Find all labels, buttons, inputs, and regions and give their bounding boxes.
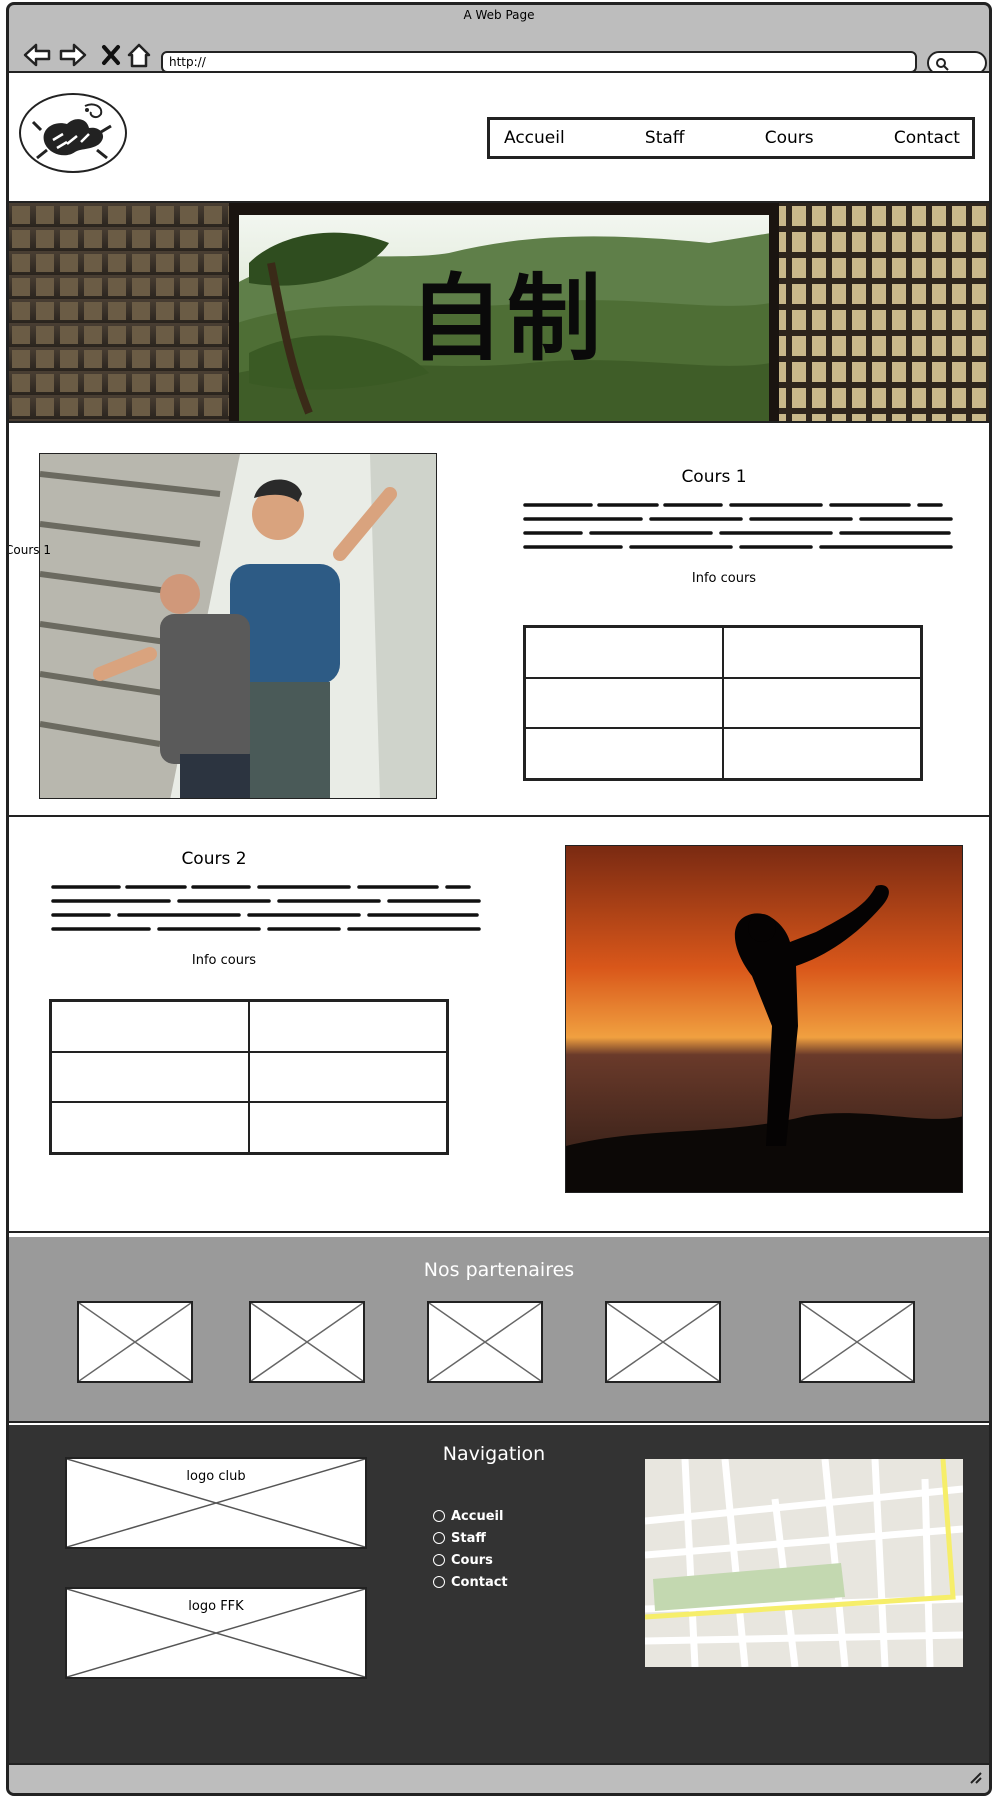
cours-1-info-table [523,625,923,781]
footer-link-label: Staff [451,1530,486,1546]
partner-logo-placeholder[interactable] [427,1301,543,1383]
table-cell [249,1051,447,1103]
table-cell [723,677,921,729]
table-cell [51,1001,249,1052]
cours-1-section: Cours 1 Info cours [9,425,989,817]
menu-item-staff[interactable]: Staff [645,128,685,148]
home-icon[interactable] [125,41,153,69]
logo-club-placeholder[interactable]: logo club [65,1457,367,1549]
footer-link-staff[interactable]: Staff [433,1527,508,1549]
forward-arrow-icon[interactable] [59,41,87,69]
cours-2-info-table [49,999,449,1155]
placeholder-x-icon [78,1302,192,1382]
cours-1-side-label: Cours 1 [6,543,51,557]
window-title: A Web Page [463,8,535,22]
cours-2-photo [565,845,963,1193]
placeholder-x-icon [800,1302,914,1382]
karate-sunset-image [566,846,962,1192]
close-icon[interactable] [97,41,125,69]
cours-1-photo [39,453,437,799]
main-menu: Accueil Staff Cours Contact [487,117,975,159]
placeholder-x-icon [250,1302,364,1382]
partners-title: Nos partenaires [423,1259,575,1281]
radio-icon [433,1532,445,1544]
hero-banner: 自制 [9,203,989,423]
table-cell [723,728,921,779]
table-cell [723,627,921,678]
footer-link-contact[interactable]: Contact [433,1571,508,1593]
browser-window: A Web Page http:// Accueil Staff Cours C… [6,2,992,1796]
logo-ffk-placeholder[interactable]: logo FFK [65,1587,367,1679]
footer-link-label: Contact [451,1574,508,1590]
address-bar[interactable]: http:// [161,51,917,73]
table-cell [249,1001,447,1052]
partner-logo-placeholder[interactable] [77,1301,193,1383]
radio-icon [433,1576,445,1588]
footer-link-label: Accueil [451,1508,504,1524]
placeholder-x-icon [428,1302,542,1382]
footer-navigation-title: Navigation [442,1443,546,1465]
site-footer: logo club logo FFK Navigation Accueil St… [9,1425,989,1769]
menu-item-contact[interactable]: Contact [894,128,960,148]
location-map[interactable] [645,1459,963,1667]
footer-link-cours[interactable]: Cours [433,1549,508,1571]
footer-link-accueil[interactable]: Accueil [433,1505,508,1527]
partner-logo-placeholder[interactable] [249,1301,365,1383]
radio-icon [433,1510,445,1522]
web-page: Accueil Staff Cours Contact 自制 Cours 1 I… [9,71,989,1769]
table-cell [51,1051,249,1103]
back-arrow-icon[interactable] [23,41,51,69]
browser-toolbar: http:// [9,23,989,75]
cours-2-text-placeholder [51,885,481,931]
cours-2-info-label: Info cours [191,953,257,968]
tiger-logo-image [31,103,112,160]
table-cell [525,627,723,678]
cours-2-section: Cours 2 Info cours [9,819,989,1233]
placeholder-x-icon [606,1302,720,1382]
resize-grip-icon[interactable] [967,1769,983,1789]
site-header: Accueil Staff Cours Contact [9,73,989,203]
table-cell [525,728,723,779]
menu-item-cours[interactable]: Cours [765,128,814,148]
radio-icon [433,1554,445,1566]
table-cell [249,1102,447,1153]
browser-status-bar [9,1763,989,1793]
partner-logo-placeholder[interactable] [799,1301,915,1383]
cours-1-info-label: Info cours [691,571,757,586]
footer-nav-list: Accueil Staff Cours Contact [433,1505,508,1593]
hero-kanji: 自制 [409,264,606,374]
table-cell [525,677,723,729]
map-image [645,1459,963,1667]
cours-1-text-placeholder [523,503,953,549]
partners-section: Nos partenaires [9,1237,989,1423]
logo-club-label: logo club [186,1469,246,1484]
cours-1-title: Cours 1 [681,467,747,487]
self-defense-image [40,454,436,798]
menu-item-accueil[interactable]: Accueil [504,128,565,148]
logo-ffk-label: logo FFK [188,1599,244,1614]
partner-logo-placeholder[interactable] [605,1301,721,1383]
table-cell [51,1102,249,1153]
footer-link-label: Cours [451,1552,493,1568]
cours-2-title: Cours 2 [181,849,247,869]
club-logo[interactable] [19,93,127,173]
